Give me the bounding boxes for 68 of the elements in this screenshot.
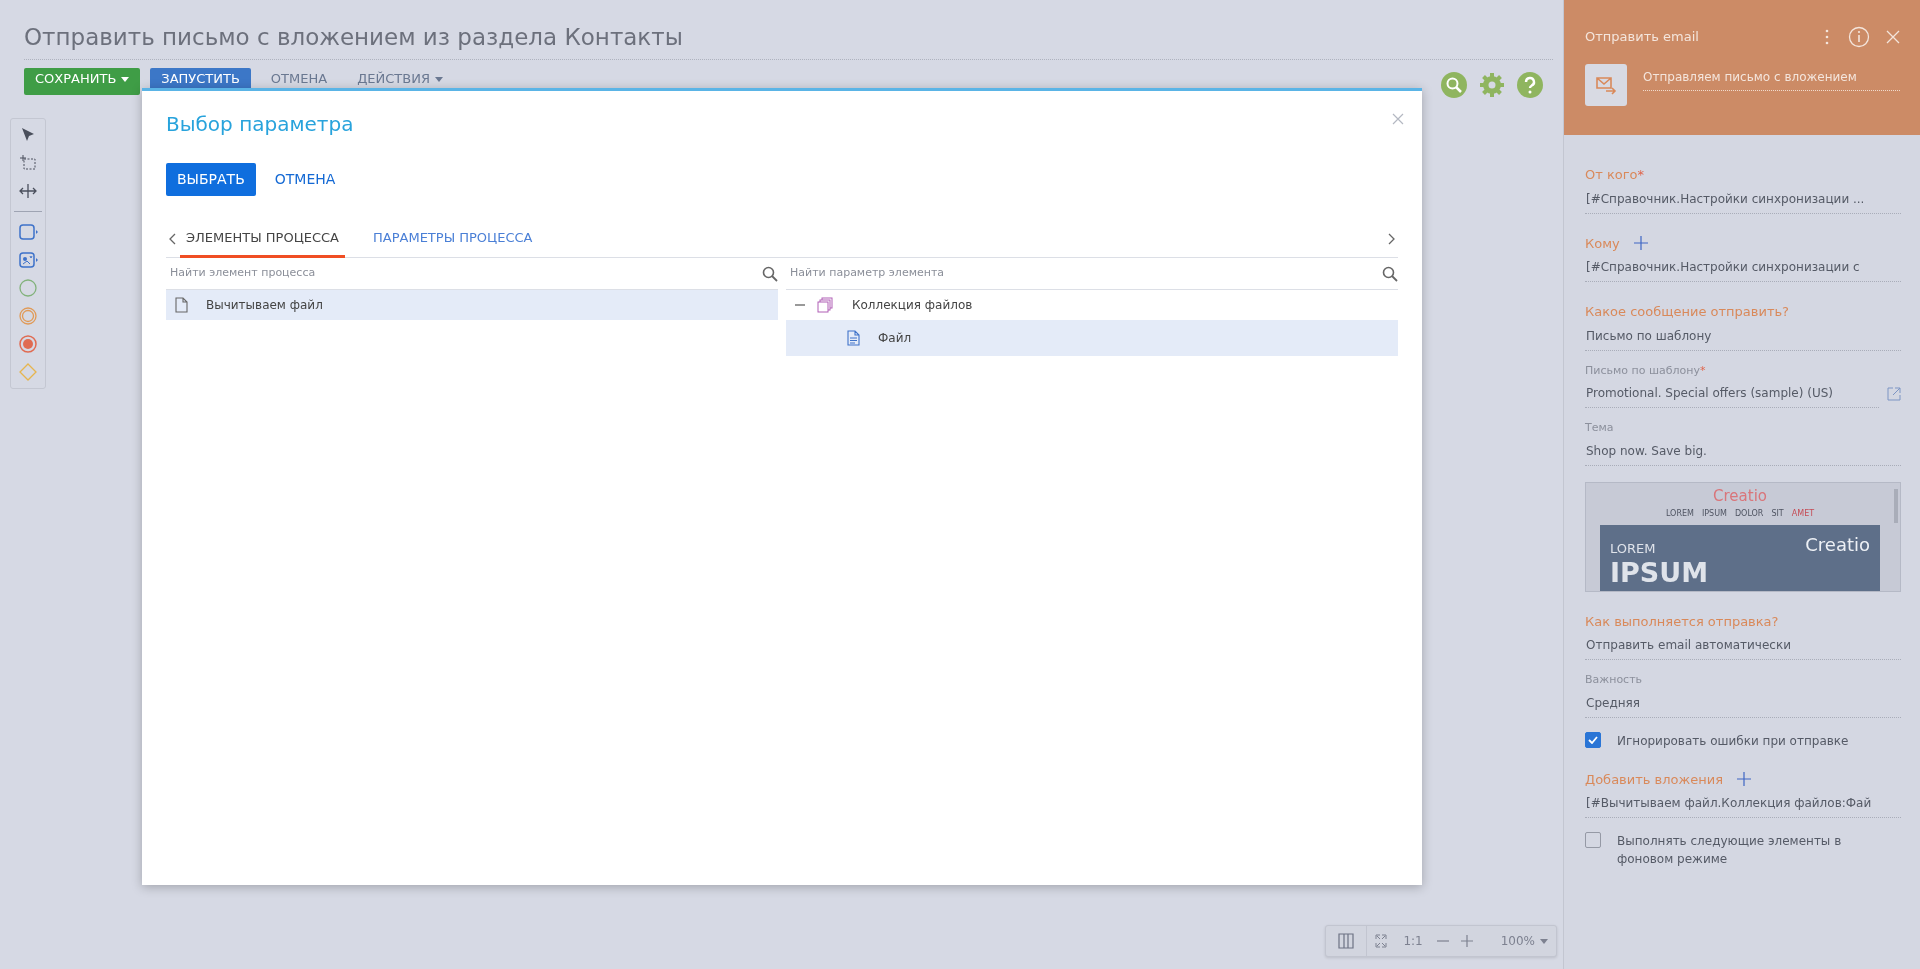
intermediate-event-icon[interactable]: [18, 305, 38, 326]
field-label: Тема: [1585, 421, 1614, 434]
end-event-icon[interactable]: [18, 333, 38, 354]
parameter-row[interactable]: Коллекция файлов: [786, 290, 1398, 320]
actual-size-button[interactable]: 1:1: [1395, 932, 1431, 950]
tab[interactable]: ЭЛЕМЕНТЫ ПРОЦЕССА: [180, 219, 346, 258]
field-label: От кого*: [1585, 166, 1645, 184]
nav-link[interactable]: AMET: [1791, 508, 1815, 520]
search-field[interactable]: Найти параметр элемента: [786, 265, 1382, 282]
task-icon[interactable]: [18, 221, 38, 242]
info-icon[interactable]: [1848, 26, 1870, 48]
field-value[interactable]: Отправить email автоматически: [1585, 631, 1901, 660]
tab[interactable]: ПАРАМЕТРЫ ПРОЦЕССА: [367, 219, 539, 258]
field-value[interactable]: [#Справочник.Настройки синхронизации ...: [1585, 184, 1901, 214]
help-icon[interactable]: [1517, 72, 1543, 98]
panel-title: Отправить email: [1585, 28, 1699, 47]
field-value[interactable]: Promotional. Special offers (sample) (US): [1585, 379, 1879, 408]
process-element-row[interactable]: Вычитываем файл: [166, 290, 778, 320]
field-label: Добавить вложения: [1585, 770, 1723, 789]
search-icon[interactable]: [1382, 265, 1398, 282]
banner-headline: IPSUM: [1610, 558, 1709, 587]
cancel-link[interactable]: ОТМЕНА: [263, 163, 347, 196]
search-icon[interactable]: [762, 265, 778, 282]
marquee-select-icon[interactable]: [18, 152, 38, 173]
zoom-dropdown[interactable]: 100%: [1492, 932, 1556, 950]
field-value[interactable]: Письмо по шаблону: [1585, 321, 1901, 351]
toolbar-button[interactable]: СОХРАНИТЬ: [24, 67, 141, 95]
toolbar-link[interactable]: ОТМЕНА: [260, 67, 338, 95]
close-icon[interactable]: [1392, 113, 1404, 125]
select-button[interactable]: ВЫБРАТЬ: [166, 163, 256, 196]
document-icon: [174, 297, 188, 313]
banner-subtitle: LOREM: [1610, 540, 1657, 558]
field-label: Важность: [1585, 673, 1643, 686]
nav-link[interactable]: LOREM: [1665, 508, 1694, 520]
settings-icon[interactable]: [1479, 72, 1505, 98]
logo-text: Creatio: [1805, 533, 1870, 557]
add-icon[interactable]: [1737, 772, 1751, 787]
gateway-icon[interactable]: [18, 361, 38, 382]
field-value[interactable]: Средняя: [1585, 688, 1901, 718]
file-icon: [846, 330, 860, 346]
open-link-icon[interactable]: [1887, 386, 1901, 401]
checkbox[interactable]: [1585, 832, 1601, 848]
field-value[interactable]: [#Вычитываем файл.Коллекция файлов:Фай: [1585, 789, 1901, 818]
parameter-row[interactable]: Файл: [786, 320, 1398, 356]
field-label: Письмо по шаблону*: [1585, 363, 1706, 377]
add-icon[interactable]: [1633, 236, 1648, 251]
checkbox-label: Выполнять следующие элементы в фоновом режиме: [1617, 833, 1843, 868]
dialog-title: Выбор параметра: [166, 111, 355, 138]
start-event-icon[interactable]: [18, 277, 38, 298]
more-icon[interactable]: [1824, 29, 1830, 45]
checkbox[interactable]: [1585, 731, 1601, 748]
field-label: Кому: [1585, 234, 1620, 253]
nav-link[interactable]: IPSUM: [1701, 508, 1727, 520]
checkbox-label: Игнорировать ошибки при отправке: [1617, 732, 1849, 750]
search-icon[interactable]: [1441, 72, 1467, 98]
user-task-icon[interactable]: [18, 249, 38, 270]
collection-icon: [816, 297, 834, 313]
field-value[interactable]: Shop now. Save big.: [1585, 436, 1901, 466]
nav-link[interactable]: DOLOR: [1734, 508, 1764, 520]
field-value[interactable]: [#Справочник.Настройки синхронизации с: [1585, 253, 1901, 282]
check-icon: [1588, 735, 1598, 744]
field-label: Как выполняется отправка?: [1585, 612, 1779, 631]
envelope-arrow-icon: [1595, 74, 1617, 96]
page-title: Отправить письмо с вложением из раздела Контакты: [24, 20, 1553, 60]
search-field[interactable]: Найти элемент процесса: [166, 265, 762, 282]
nav-link[interactable]: SIT: [1771, 508, 1784, 520]
logo-text: Creatio: [1713, 485, 1767, 507]
field-label: Какое сообщение отправить?: [1585, 303, 1789, 321]
